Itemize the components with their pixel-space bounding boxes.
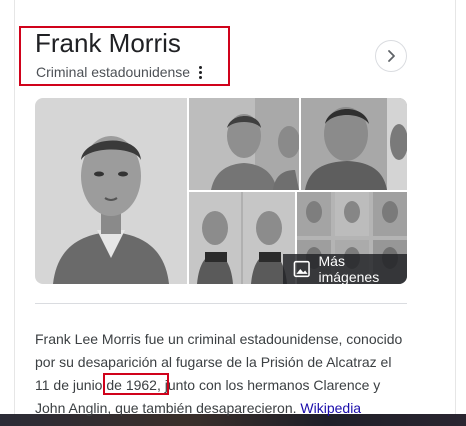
mugshot-photo-1[interactable] <box>189 98 299 190</box>
more-images-button[interactable]: Más imágenes <box>283 253 407 284</box>
section-divider <box>35 303 407 304</box>
more-images-label: Más imágenes <box>318 253 380 284</box>
mugshot-photo-3[interactable] <box>189 192 295 284</box>
description-line-3: 11 de junio de 1962, junto con los herma… <box>35 377 381 393</box>
chevron-right-icon <box>388 50 395 62</box>
wikipedia-link[interactable]: Wikipedia <box>300 400 361 416</box>
description-line-4: John Anglin, que también desaparecieron.… <box>35 397 407 420</box>
entity-description: Frank Lee Morris fue un criminal estadou… <box>35 328 407 420</box>
image-icon <box>293 260 310 278</box>
description-line-4-text: John Anglin, que también desaparecieron. <box>35 400 297 416</box>
description-line-1: Frank Lee Morris fue un criminal estadou… <box>35 331 403 347</box>
description-line-2: por su desaparición al fugarse de la Pri… <box>35 354 392 370</box>
next-button[interactable] <box>375 40 407 72</box>
image-gallery: Más imágenes <box>35 98 407 284</box>
mugshot-photo-2[interactable] <box>301 98 407 190</box>
date-highlight-box <box>103 373 169 395</box>
title-highlight-box <box>19 26 230 86</box>
main-photo[interactable] <box>35 98 187 284</box>
knowledge-panel: Frank Morris Criminal estadounidense Más… <box>14 0 456 416</box>
